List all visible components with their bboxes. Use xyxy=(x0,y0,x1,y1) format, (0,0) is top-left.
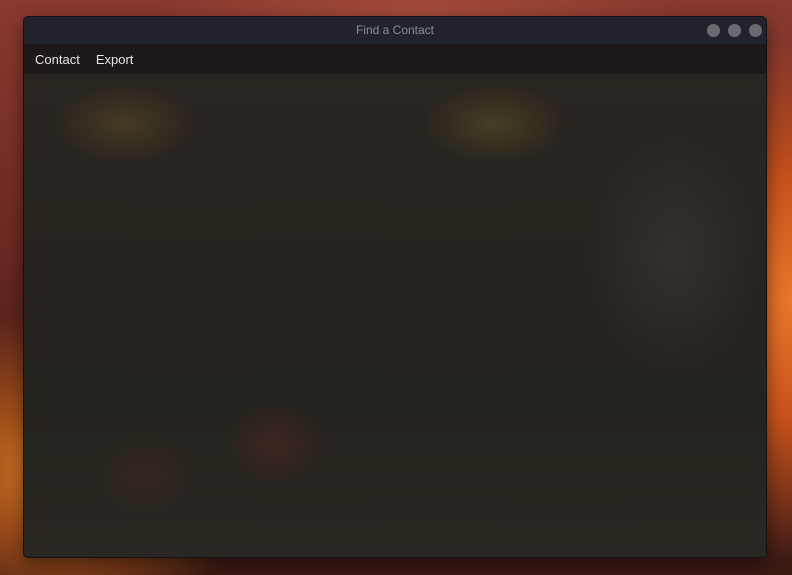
window-titlebar[interactable]: Find a Contact xyxy=(24,17,766,44)
minimize-button[interactable] xyxy=(707,24,720,37)
menu-bar: Contact Export xyxy=(24,44,766,74)
window-controls xyxy=(707,24,762,37)
window-title: Find a Contact xyxy=(355,23,435,37)
menu-contact[interactable]: Contact xyxy=(35,52,80,67)
app-window: Find a Contact Contact Export xyxy=(24,17,766,557)
desktop-wallpaper: Find a Contact Contact Export xyxy=(0,0,792,575)
close-button[interactable] xyxy=(749,24,762,37)
menu-export[interactable]: Export xyxy=(96,52,134,67)
maximize-button[interactable] xyxy=(728,24,741,37)
window-content-area xyxy=(24,74,766,557)
